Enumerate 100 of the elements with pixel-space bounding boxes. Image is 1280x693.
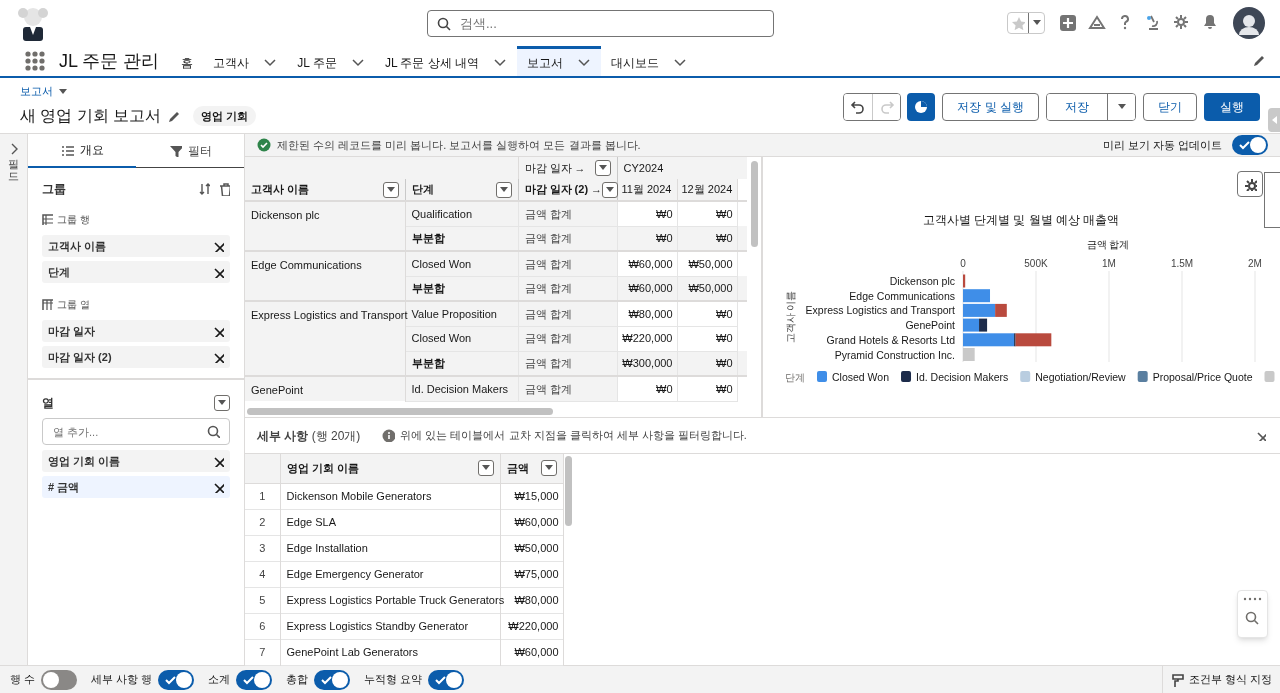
panel-tab[interactable]: 개요 xyxy=(28,134,136,168)
table-cell: Dickenson plc xyxy=(251,209,320,221)
table-cell: ₩60,000 xyxy=(514,645,559,658)
field-pill[interactable]: # 금액 xyxy=(42,476,230,498)
column-header: 영업 기회 이름 xyxy=(286,461,360,476)
panel-tab[interactable]: 필터 xyxy=(136,134,244,167)
category-label: Express Logistics and Transport xyxy=(805,304,955,317)
table-cell: Dickenson Mobile Generators xyxy=(286,489,432,502)
search-field[interactable]: 검색... xyxy=(427,9,774,37)
table-cell: Closed Won xyxy=(411,332,472,345)
row-number: 7 xyxy=(259,645,266,658)
table-cell: Value Proposition xyxy=(411,307,497,320)
axis-label: 2M xyxy=(1248,258,1262,269)
table-cell: ₩60,000 xyxy=(628,257,673,270)
axis-label: 1M xyxy=(1102,258,1116,269)
row-number: 1 xyxy=(259,489,266,502)
table-cell: ₩220,000 xyxy=(508,619,559,632)
app-name: JL 주문 관리 xyxy=(59,49,160,73)
column-header: 금액 xyxy=(506,461,530,476)
table-cell: Edge SLA xyxy=(286,515,337,528)
table-cell: ₩0 xyxy=(716,232,733,244)
table-cell: GenePoint Lab Generators xyxy=(286,645,418,658)
axis-title: 금액 합계 xyxy=(1086,239,1130,250)
field-pill[interactable]: 마감 일자 xyxy=(42,320,230,342)
nav-tab[interactable]: 보고서 xyxy=(517,46,602,76)
table-cell: 금액 합계 xyxy=(524,232,572,244)
legend-label: Id. Decision Makers xyxy=(916,371,1009,383)
breadcrumb-link[interactable]: 보고서 xyxy=(20,83,68,100)
table-cell: 부분합 xyxy=(411,357,445,369)
table-cell: ₩0 xyxy=(716,307,733,320)
run-button[interactable]: 실행 xyxy=(1204,92,1260,121)
nav-tab[interactable]: JL 주문 상세 내역 xyxy=(374,46,518,76)
table-cell: 부분합 xyxy=(411,282,445,294)
category-label: Dickenson plc xyxy=(889,275,955,287)
toggle-label: 총합 xyxy=(286,672,309,688)
column-header: 고객사 이름 xyxy=(251,182,311,198)
nav-tab[interactable]: 고객사 xyxy=(203,46,288,76)
fields-tab-label[interactable]: 필드 xyxy=(8,158,19,183)
legend-label: Proposal/Price Quote xyxy=(1152,371,1253,383)
table-cell: Express Logistics and Transport xyxy=(251,309,408,321)
legend-title: 단계 xyxy=(785,372,805,383)
column-header: 11월 2024 xyxy=(617,179,677,201)
category-label: GenePoint xyxy=(905,319,955,332)
table-cell: 금액 합계 xyxy=(524,382,572,395)
column-header: 마감 일자 → xyxy=(524,160,587,176)
toolbar-button[interactable]: 저장 및 실행 xyxy=(942,92,1039,121)
report-title: 새 영업 기회 보고서 xyxy=(20,105,162,126)
table-cell: ₩15,000 xyxy=(514,489,559,502)
toggle-label: 누적형 요약 xyxy=(364,672,423,688)
table-cell: Edge Installation xyxy=(286,541,368,554)
table-cell: ₩60,000 xyxy=(514,515,559,528)
table-cell: ₩50,000 xyxy=(514,541,559,554)
column-search-field[interactable]: 열 추가... xyxy=(42,418,230,445)
toggle-label: 소계 xyxy=(208,672,231,688)
table-cell: ₩0 xyxy=(716,382,733,395)
subsection-label: 그룹 열 xyxy=(57,298,90,312)
subsection-label: 그룹 행 xyxy=(57,213,90,227)
nav-tab[interactable]: JL 주문 xyxy=(287,46,375,76)
table-cell: ₩300,000 xyxy=(622,357,673,369)
legend-label: Closed Won xyxy=(832,371,889,383)
category-label: Pyramid Construction Inc. xyxy=(834,348,955,361)
row-number: 2 xyxy=(259,515,266,528)
conditional-format-button[interactable]: 조건부 형식 지정 xyxy=(1161,666,1280,693)
axis-label: 0 xyxy=(960,258,966,269)
field-pill[interactable]: 단계 xyxy=(42,261,230,283)
table-cell: ₩0 xyxy=(656,207,673,220)
category-label: Grand Hotels & Resorts Ltd xyxy=(826,333,955,346)
axis-label: 1.5M xyxy=(1170,258,1194,269)
table-cell: ₩0 xyxy=(716,357,733,369)
table-cell: ₩0 xyxy=(716,332,733,345)
table-cell: 금액 합계 xyxy=(524,332,572,345)
section-title: 세부 사항 (행 20개) xyxy=(257,427,361,445)
column-header: 12월 2024 xyxy=(677,179,737,201)
table-cell: 금액 합계 xyxy=(524,282,572,294)
table-cell: Edge Communications xyxy=(251,259,362,271)
section-heading: 열 xyxy=(42,395,54,412)
table-cell: ₩220,000 xyxy=(622,332,673,345)
legend-label: Negotiation/Review xyxy=(1035,371,1126,383)
report-type-badge: 영업 기회 xyxy=(193,105,257,126)
field-pill[interactable]: 마감 일자 (2) xyxy=(42,346,230,368)
nav-tab[interactable]: 홈 xyxy=(171,46,204,76)
row-number: 6 xyxy=(259,619,266,632)
toggle-label: 미리 보기 자동 업데이트 xyxy=(1102,137,1222,153)
row-number: 4 xyxy=(259,567,266,580)
nav-tab[interactable]: 대시보드 xyxy=(601,46,698,76)
table-cell: ₩50,000 xyxy=(688,257,733,270)
toggle-label: 행 수 xyxy=(10,672,36,688)
axis-label: 500K xyxy=(1024,258,1048,269)
preview-message: 제한된 수의 레코드를 미리 봅니다. 보고서를 실행하여 모든 결과를 봅니다. xyxy=(277,137,641,153)
table-cell: 금액 합계 xyxy=(524,207,572,220)
column-header: 단계 xyxy=(411,182,435,198)
field-pill[interactable]: 영업 기회 이름 xyxy=(42,450,230,472)
field-pill[interactable]: 고객사 이름 xyxy=(42,235,230,257)
table-cell: ₩0 xyxy=(656,232,673,244)
table-cell: ₩50,000 xyxy=(688,282,733,294)
row-number: 3 xyxy=(259,541,266,554)
table-cell: ₩0 xyxy=(656,382,673,395)
toolbar-button[interactable]: 닫기 xyxy=(1143,92,1197,121)
table-cell: Express Logistics Portable Truck Generators xyxy=(286,593,505,606)
section-heading: 그룹 xyxy=(42,181,66,198)
